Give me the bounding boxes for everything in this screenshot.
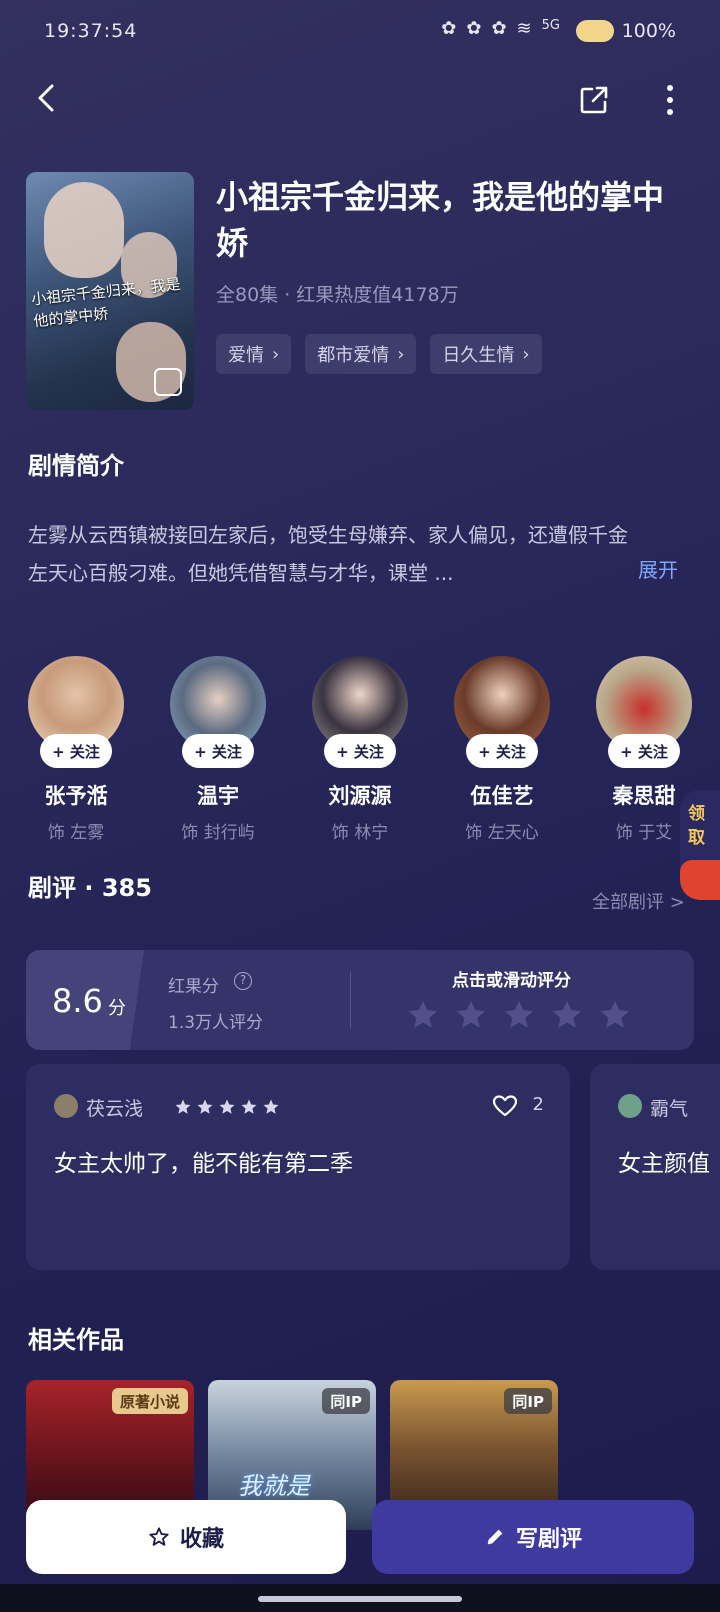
drama-poster[interactable]: 小祖宗千金归来，我是他的掌中娇 xyxy=(26,172,194,410)
related-heading: 相关作品 xyxy=(28,1326,124,1354)
cast-name: 秦思甜 xyxy=(612,784,676,808)
notification-icon: ✿ xyxy=(441,18,457,39)
cast-role: 饰 林宁 xyxy=(331,823,389,843)
status-bar: 19:37:54 ✿ ✿ ✿ ≋ 5G 100% xyxy=(0,0,720,64)
review-user[interactable]: 霸气 xyxy=(650,1094,688,1121)
write-review-label: 写剧评 xyxy=(515,1527,582,1552)
genre-tag[interactable]: 日久生情 › xyxy=(430,334,542,374)
help-icon[interactable]: ? xyxy=(234,972,252,990)
bottom-action-bar: 收藏 写剧评 xyxy=(0,1494,720,1612)
red-envelope-icon xyxy=(680,860,720,900)
chevron-right-icon: › xyxy=(522,343,530,365)
cast-member[interactable]: + 关注 伍佳艺 饰 左天心 xyxy=(454,656,550,843)
rate-prompt: 点击或滑动评分 xyxy=(452,971,571,991)
rating-count: 1.3万人评分 xyxy=(168,1013,264,1033)
avatar[interactable] xyxy=(54,1094,78,1118)
expand-button[interactable]: 展开 xyxy=(638,554,678,583)
poster-title: 小祖宗千金归来，我是他的掌中娇 xyxy=(30,274,182,331)
follow-button[interactable]: + 关注 xyxy=(40,734,112,768)
favorite-button[interactable]: 收藏 xyxy=(26,1500,346,1574)
chevron-right-icon: › xyxy=(397,343,405,365)
score-label: 红果分 xyxy=(168,977,219,997)
pencil-icon xyxy=(487,1529,503,1545)
all-reviews-link[interactable]: 全部剧评 > xyxy=(592,888,685,914)
divider xyxy=(350,972,351,1028)
related-badge: 同IP xyxy=(504,1388,552,1414)
follow-button[interactable]: + 关注 xyxy=(466,734,538,768)
star-icon xyxy=(263,1099,279,1114)
star-icon xyxy=(175,1099,191,1114)
cast-role: 饰 左雾 xyxy=(47,823,105,843)
genre-tags: 爱情 › 都市爱情 › 日久生情 › xyxy=(216,334,542,374)
cast-name: 刘源源 xyxy=(328,784,392,808)
review-text: 女主太帅了，能不能有第二季 xyxy=(54,1151,353,1177)
drama-title: 小祖宗千金归来，我是他的掌中娇 xyxy=(216,178,665,262)
cast-member[interactable]: + 关注 张予湉 饰 左雾 xyxy=(28,656,124,843)
score-unit: 分 xyxy=(108,998,126,1019)
follow-button[interactable]: + 关注 xyxy=(182,734,254,768)
follow-button[interactable]: + 关注 xyxy=(324,734,396,768)
cast-list: + 关注 张予湉 饰 左雾 + 关注 温宇 饰 封行屿 + 关注 刘源源 饰 林… xyxy=(28,656,720,843)
related-badge: 同IP xyxy=(322,1388,370,1414)
cast-member[interactable]: + 关注 温宇 饰 封行屿 xyxy=(170,656,266,843)
avatar[interactable] xyxy=(618,1094,642,1118)
network-label: 5G xyxy=(541,18,560,33)
chevron-right-icon: › xyxy=(272,343,280,365)
synopsis-heading: 剧情简介 xyxy=(28,452,124,480)
cast-role: 饰 左天心 xyxy=(465,823,539,843)
cast-name: 温宇 xyxy=(197,784,239,808)
poster-figure xyxy=(44,182,124,278)
favorite-label: 收藏 xyxy=(179,1527,224,1552)
status-icons: ✿ ✿ ✿ ≋ 5G xyxy=(441,18,560,39)
review-user[interactable]: 茯云浅 xyxy=(86,1094,143,1121)
genre-tag[interactable]: 爱情 › xyxy=(216,334,292,374)
wifi-icon: ≋ xyxy=(516,18,532,39)
review-card[interactable]: 霸气 女主颜值 xyxy=(590,1064,720,1270)
rating-stars[interactable] xyxy=(406,998,632,1032)
more-icon[interactable] xyxy=(660,82,680,118)
synopsis-text: 左雾从云西镇被接回左家后，饱受生母嫌弃、家人偏见，还遭假千金左天心百般刁难。但她… xyxy=(28,523,628,585)
star-icon xyxy=(197,1099,213,1114)
write-review-button[interactable]: 写剧评 xyxy=(372,1500,694,1574)
heart-icon[interactable] xyxy=(492,1094,518,1118)
battery-level: 100% xyxy=(621,20,676,42)
share-icon[interactable] xyxy=(578,84,610,116)
claim-reward-tab[interactable]: 领取 xyxy=(680,790,720,900)
cast-name: 伍佳艺 xyxy=(470,784,534,808)
cast-member[interactable]: + 关注 刘源源 饰 林宁 xyxy=(312,656,408,843)
star-outline-icon xyxy=(149,1527,169,1546)
like-count: 2 xyxy=(532,1094,544,1115)
related-badge: 原著小说 xyxy=(111,1388,188,1414)
star-icon[interactable] xyxy=(550,998,584,1032)
notification-icon: ✿ xyxy=(466,18,482,39)
cast-role: 饰 于艾 xyxy=(615,823,673,843)
gallery-icon[interactable] xyxy=(154,368,182,396)
battery-icon xyxy=(576,20,614,42)
drama-meta: 全80集 · 红果热度值4178万 xyxy=(216,284,459,306)
star-icon[interactable] xyxy=(454,998,488,1032)
review-stars xyxy=(174,1098,280,1116)
rating-card: 8.6 分 红果分 ? 1.3万人评分 点击或滑动评分 xyxy=(26,950,694,1050)
star-icon xyxy=(219,1099,235,1114)
score-value: 8.6 xyxy=(52,982,103,1020)
cast-member[interactable]: + 关注 秦思甜 饰 于艾 xyxy=(596,656,692,843)
star-icon[interactable] xyxy=(598,998,632,1032)
follow-button[interactable]: + 关注 xyxy=(608,734,680,768)
star-icon[interactable] xyxy=(502,998,536,1032)
notification-icon: ✿ xyxy=(491,18,507,39)
reviews-heading: 剧评 · 385 xyxy=(28,874,152,902)
home-indicator[interactable] xyxy=(258,1596,462,1602)
review-card[interactable]: 茯云浅 2 女主太帅了，能不能有第二季 xyxy=(26,1064,570,1270)
cast-role: 饰 封行屿 xyxy=(181,823,255,843)
genre-tag[interactable]: 都市爱情 › xyxy=(305,334,417,374)
claim-label: 领取 xyxy=(688,804,705,848)
review-text: 女主颜值 xyxy=(618,1151,710,1177)
back-icon[interactable] xyxy=(30,80,66,116)
star-icon[interactable] xyxy=(406,998,440,1032)
status-time: 19:37:54 xyxy=(44,20,138,42)
star-icon xyxy=(241,1099,257,1114)
cast-name: 张予湉 xyxy=(44,784,108,808)
